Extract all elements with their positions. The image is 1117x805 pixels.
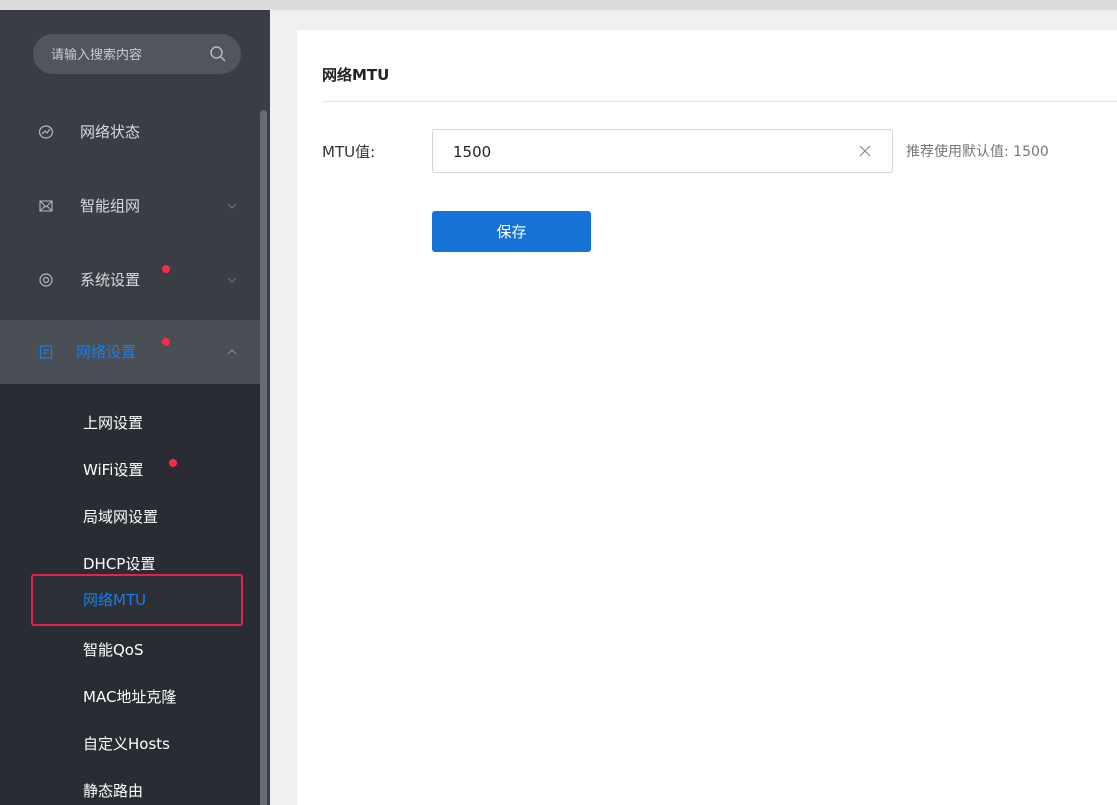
chevron-down-icon bbox=[227, 277, 237, 283]
save-button[interactable]: 保存 bbox=[432, 211, 591, 252]
document-icon bbox=[39, 345, 53, 359]
mtu-label: MTU值: bbox=[322, 143, 376, 161]
submenu-item-qos[interactable]: 智能QoS bbox=[0, 627, 260, 673]
gear-icon bbox=[39, 273, 53, 287]
content-panel: 网络MTU MTU值: 推荐使用默认值: 1500 保存 bbox=[297, 30, 1117, 805]
submenu-label: 上网设置 bbox=[83, 414, 144, 432]
sidebar-scrollbar[interactable] bbox=[260, 110, 267, 805]
submenu-label: 智能QoS bbox=[83, 641, 144, 659]
menu-label: 网络设置 bbox=[76, 343, 137, 361]
notification-dot bbox=[162, 265, 170, 273]
submenu-label: 网络MTU bbox=[83, 591, 147, 609]
sidebar: 网络状态 智能组网 系统设置 网络设置 bbox=[0, 10, 270, 805]
clear-icon[interactable] bbox=[858, 144, 872, 158]
divider bbox=[322, 101, 1117, 102]
submenu-lower: 智能QoS MAC地址克隆 自定义Hosts 静态路由 bbox=[0, 627, 260, 805]
submenu-item-mtu[interactable]: 网络MTU bbox=[0, 577, 260, 623]
submenu-label: MAC地址克隆 bbox=[83, 688, 177, 706]
submenu-item-internet[interactable]: 上网设置 bbox=[0, 400, 260, 446]
menu-item-system-settings[interactable]: 系统设置 bbox=[0, 248, 260, 312]
menu-item-mesh[interactable]: 智能组网 bbox=[0, 174, 260, 238]
submenu-label: 自定义Hosts bbox=[83, 735, 170, 753]
chevron-down-icon bbox=[227, 203, 237, 209]
menu-item-network-settings[interactable]: 网络设置 bbox=[0, 320, 260, 384]
page-title: 网络MTU bbox=[322, 66, 390, 84]
submenu-item-lan[interactable]: 局域网设置 bbox=[0, 494, 260, 540]
submenu-label: WiFi设置 bbox=[83, 461, 144, 479]
mesh-icon bbox=[39, 200, 53, 212]
submenu-label: 局域网设置 bbox=[83, 508, 159, 526]
mtu-input[interactable] bbox=[451, 130, 835, 174]
search-icon[interactable] bbox=[209, 45, 227, 63]
search-box bbox=[33, 34, 241, 76]
submenu-item-wifi[interactable]: WiFi设置 bbox=[0, 447, 260, 493]
main-area: 网络MTU MTU值: 推荐使用默认值: 1500 保存 bbox=[270, 10, 1117, 805]
notification-dot bbox=[169, 459, 177, 467]
menu-item-network-status[interactable]: 网络状态 bbox=[0, 100, 260, 164]
mtu-input-box bbox=[432, 129, 893, 174]
submenu-item-static-route[interactable]: 静态路由 bbox=[0, 768, 260, 805]
search-input[interactable] bbox=[49, 34, 203, 76]
submenu-label: 静态路由 bbox=[83, 782, 144, 800]
notification-dot bbox=[162, 338, 170, 346]
menu-label: 智能组网 bbox=[80, 197, 141, 215]
menu-label: 网络状态 bbox=[80, 123, 141, 141]
network-status-icon bbox=[38, 125, 54, 139]
chevron-up-icon bbox=[227, 349, 237, 355]
submenu-item-hosts[interactable]: 自定义Hosts bbox=[0, 721, 260, 767]
mtu-hint: 推荐使用默认值: 1500 bbox=[906, 144, 1049, 160]
submenu-item-mac-clone[interactable]: MAC地址克隆 bbox=[0, 674, 260, 720]
menu-label: 系统设置 bbox=[80, 271, 141, 289]
